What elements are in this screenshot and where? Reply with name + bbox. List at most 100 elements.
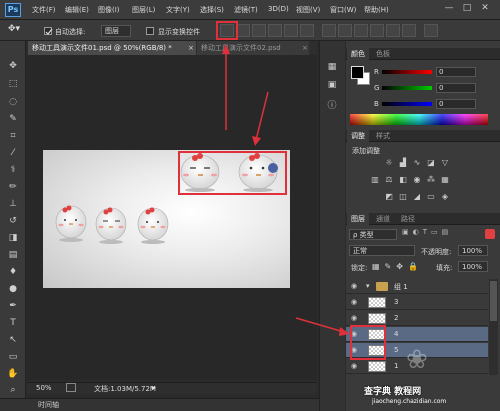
history-brush-tool-icon[interactable]: ↺ <box>6 215 20 227</box>
timeline-label[interactable]: 时间轴 <box>38 400 59 410</box>
hue-saturation-icon[interactable]: ▥ <box>370 175 380 185</box>
distribute-left-button[interactable] <box>370 24 384 37</box>
eraser-tool-icon[interactable]: ◨ <box>6 232 20 244</box>
distribute-hcenter-button[interactable] <box>386 24 400 37</box>
close-tab-icon[interactable]: × <box>298 41 310 55</box>
zoom-tool-icon[interactable]: ⌕ <box>6 384 20 396</box>
tab-channels[interactable]: 通道 <box>372 213 394 225</box>
color-balance-icon[interactable]: ⚖ <box>384 175 394 185</box>
layer-filter-icons[interactable]: ▣◐T▭▤ <box>402 228 482 240</box>
selective-color-icon[interactable]: ◈ <box>440 192 450 202</box>
hand-tool-icon[interactable]: ✋ <box>6 368 20 380</box>
layer-row-group[interactable]: ◉ ▾ 组 1 <box>346 279 488 294</box>
levels-icon[interactable]: ▟ <box>398 158 408 168</box>
black-white-icon[interactable]: ◧ <box>398 175 408 185</box>
align-right-edges-button[interactable] <box>300 24 314 37</box>
menu-file[interactable]: 文件(F) <box>32 5 56 15</box>
menu-edit[interactable]: 编辑(E) <box>65 5 89 15</box>
fill-input[interactable]: 100% <box>458 261 488 272</box>
curves-icon[interactable]: ∿ <box>412 158 422 168</box>
menu-3d[interactable]: 3D(D) <box>268 5 289 13</box>
vibrance-icon[interactable]: ▽ <box>440 158 450 168</box>
status-menu-arrow-icon[interactable]: ▸ <box>152 383 156 392</box>
align-bottom-edges-button[interactable] <box>252 24 266 37</box>
move-tool-icon[interactable]: ✥ <box>6 60 20 72</box>
layers-scrollbar[interactable] <box>489 279 498 375</box>
close-window-button[interactable]: ✕ <box>478 2 492 14</box>
export-icon[interactable] <box>66 383 76 392</box>
photo-filter-icon[interactable]: ◉ <box>412 175 422 185</box>
tab-color[interactable]: 颜色 <box>347 48 369 60</box>
properties-panel-icon[interactable]: ▣ <box>325 80 339 92</box>
opacity-input[interactable]: 100% <box>458 245 488 256</box>
tab-layers[interactable]: 图层 <box>347 213 369 225</box>
tab-paths[interactable]: 路径 <box>397 213 419 225</box>
layer-row[interactable]: ◉ 2 <box>346 311 488 326</box>
menu-layer[interactable]: 图层(L) <box>132 5 155 15</box>
show-transform-checkbox[interactable] <box>146 27 154 35</box>
type-tool-icon[interactable]: T <box>6 317 20 329</box>
layer-filter-dropdown[interactable]: ρ 类型 <box>349 229 397 240</box>
pen-tool-icon[interactable]: ✒ <box>6 300 20 312</box>
lasso-tool-icon[interactable]: ◌ <box>6 96 20 108</box>
auto-align-layers-button[interactable] <box>424 24 438 37</box>
menu-window[interactable]: 窗口(W) <box>330 5 356 15</box>
clone-stamp-tool-icon[interactable]: ⊥ <box>6 198 20 210</box>
menu-type[interactable]: 文字(Y) <box>166 5 190 15</box>
minimize-button[interactable]: — <box>442 2 456 14</box>
align-left-edges-button[interactable] <box>268 24 282 37</box>
visibility-eye-icon[interactable]: ◉ <box>349 282 359 291</box>
layer-row[interactable]: ◉ 3 <box>346 295 488 310</box>
channel-mixer-icon[interactable]: ⁂ <box>426 175 436 185</box>
menu-filter[interactable]: 滤镜(T) <box>234 5 258 15</box>
path-select-tool-icon[interactable]: ↖ <box>6 334 20 346</box>
zoom-level[interactable]: 50% <box>36 384 52 392</box>
exposure-icon[interactable]: ◪ <box>426 158 436 168</box>
document-tab-active[interactable]: 移动工具演示文件01.psd @ 50%(RGB/8) * <box>28 41 196 55</box>
tab-swatches[interactable]: 色板 <box>372 48 394 60</box>
lock-icons[interactable]: ▦✎✥🔒 <box>372 262 423 271</box>
history-panel-icon[interactable]: ▦ <box>325 62 339 74</box>
healing-brush-tool-icon[interactable]: ⚕ <box>6 164 20 176</box>
menu-image[interactable]: 图像(I) <box>98 5 120 15</box>
channel-r-slider[interactable] <box>382 70 432 74</box>
gradient-tool-icon[interactable]: ▤ <box>6 249 20 261</box>
channel-b-slider[interactable] <box>382 102 432 106</box>
marquee-tool-icon[interactable]: ⬚ <box>6 78 20 90</box>
invert-icon[interactable]: ◩ <box>384 192 394 202</box>
channel-g-value[interactable]: 0 <box>436 83 476 93</box>
blend-mode-dropdown[interactable]: 正常 <box>349 245 415 256</box>
channel-b-value[interactable]: 0 <box>436 99 476 109</box>
quick-select-tool-icon[interactable]: ✎ <box>6 113 20 125</box>
posterize-icon[interactable]: ◫ <box>398 192 408 202</box>
tab-styles[interactable]: 样式 <box>372 130 394 142</box>
filter-toggle-icon[interactable] <box>485 229 495 239</box>
group-expand-icon[interactable]: ▾ <box>366 282 370 290</box>
menu-view[interactable]: 视图(V) <box>296 5 320 15</box>
eyedropper-tool-icon[interactable]: ⁄ <box>6 147 20 159</box>
distribute-right-button[interactable] <box>402 24 416 37</box>
distribute-vcenter-button[interactable] <box>338 24 352 37</box>
move-tool-preset-icon[interactable]: ✥▾ <box>8 24 30 37</box>
blur-tool-icon[interactable]: ♦ <box>6 266 20 278</box>
visibility-eye-icon[interactable]: ◉ <box>349 362 359 371</box>
distribute-bottom-button[interactable] <box>354 24 368 37</box>
menu-help[interactable]: 帮助(H) <box>364 5 389 15</box>
channel-g-slider[interactable] <box>382 86 432 90</box>
color-lookup-icon[interactable]: ▦ <box>440 175 450 185</box>
tab-adjustments[interactable]: 调整 <box>347 130 369 142</box>
auto-select-checkbox[interactable] <box>44 27 53 35</box>
dodge-tool-icon[interactable]: ● <box>6 283 20 295</box>
maximize-button[interactable]: □ <box>460 2 474 14</box>
crop-tool-icon[interactable]: ⌗ <box>6 130 20 142</box>
threshold-icon[interactable]: ◢ <box>412 192 422 202</box>
auto-select-dropdown[interactable]: 图层 <box>101 25 131 37</box>
brightness-icon[interactable]: ☼ <box>384 158 394 168</box>
brush-tool-icon[interactable]: ✏ <box>6 181 20 193</box>
distribute-top-button[interactable] <box>322 24 336 37</box>
gradient-map-icon[interactable]: ▭ <box>426 192 436 202</box>
color-spectrum-bar[interactable] <box>350 114 488 125</box>
shape-tool-icon[interactable]: ▭ <box>6 351 20 363</box>
align-horizontal-centers-button[interactable] <box>284 24 298 37</box>
menu-select[interactable]: 选择(S) <box>200 5 224 15</box>
